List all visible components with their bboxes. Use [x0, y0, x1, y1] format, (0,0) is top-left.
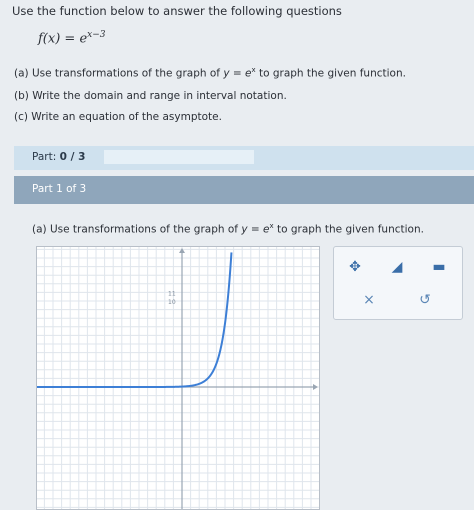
move-arrows-icon: ✥ — [349, 259, 361, 275]
exponential-curve — [37, 252, 233, 388]
x-axis-arrow — [313, 384, 318, 390]
exponential-curve-icon: ◢ — [391, 259, 403, 275]
clear-button[interactable]: × — [358, 289, 380, 311]
part-count: 0 / 3 — [59, 151, 86, 163]
question-b-text: (b) Write the domain and range in interv… — [14, 90, 287, 102]
y-axis-arrow — [179, 248, 185, 253]
formula-exponent: x−3 — [87, 30, 106, 40]
asymptote-tool-button[interactable]: ▬ — [428, 256, 450, 278]
question-a-text: (a) Use transformations of the graph of … — [14, 66, 406, 80]
y-tick-label: 11 — [168, 290, 176, 297]
asymptote-line-icon: ▬ — [432, 259, 446, 275]
part-label: Part: 0 / 3 — [32, 151, 86, 163]
question-page: Use the function below to answer the fol… — [0, 0, 474, 510]
part-progress-track — [104, 150, 254, 164]
y-tick-label: 10 — [168, 299, 176, 306]
formula-lhs: f(x) = e — [38, 31, 88, 47]
part-progress-bar: Part: 0 / 3 — [14, 146, 474, 170]
coordinate-plane[interactable]: 1110 — [37, 247, 319, 509]
close-icon: × — [363, 292, 375, 308]
part-header: Part 1 of 3 — [14, 176, 474, 204]
graph-canvas[interactable]: 11 10 — [36, 246, 320, 510]
undo-icon: ↺ — [419, 292, 431, 308]
graph-tool-panel: ✥ ◢ ▬ × ↺ — [333, 246, 463, 320]
question-c-text: (c) Write an equation of the asymptote. — [14, 111, 222, 123]
part-of-label: Part 1 of 3 — [32, 183, 87, 195]
exponential-tool-button[interactable]: ◢ — [386, 256, 408, 278]
part-question-text: (a) Use transformations of the graph of … — [32, 222, 424, 236]
instructions: Use the function below to answer the fol… — [12, 4, 342, 18]
function-formula: f(x) = ex−3 — [38, 30, 105, 46]
undo-button[interactable]: ↺ — [414, 289, 436, 311]
move-tool-button[interactable]: ✥ — [344, 256, 366, 278]
